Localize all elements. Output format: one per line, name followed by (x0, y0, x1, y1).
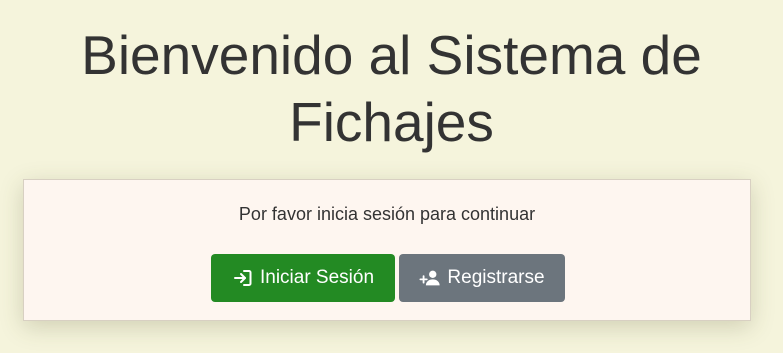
page-title: Bienvenido al Sistema de Fichajes (0, 22, 783, 156)
page-title-line-2: Fichajes (289, 91, 494, 153)
page-title-line-1: Bienvenido al Sistema de (81, 24, 702, 86)
login-button[interactable]: Iniciar Sesión (211, 254, 395, 302)
person-plus-icon (419, 267, 441, 289)
register-button[interactable]: Registrarse (399, 254, 565, 302)
login-card: Por favor inicia sesión para continuar I… (23, 179, 751, 321)
sign-in-icon (232, 267, 254, 289)
login-button-label: Iniciar Sesión (259, 267, 375, 288)
register-button-label: Registrarse (447, 267, 545, 288)
login-prompt-text: Por favor inicia sesión para continuar (238, 204, 536, 224)
